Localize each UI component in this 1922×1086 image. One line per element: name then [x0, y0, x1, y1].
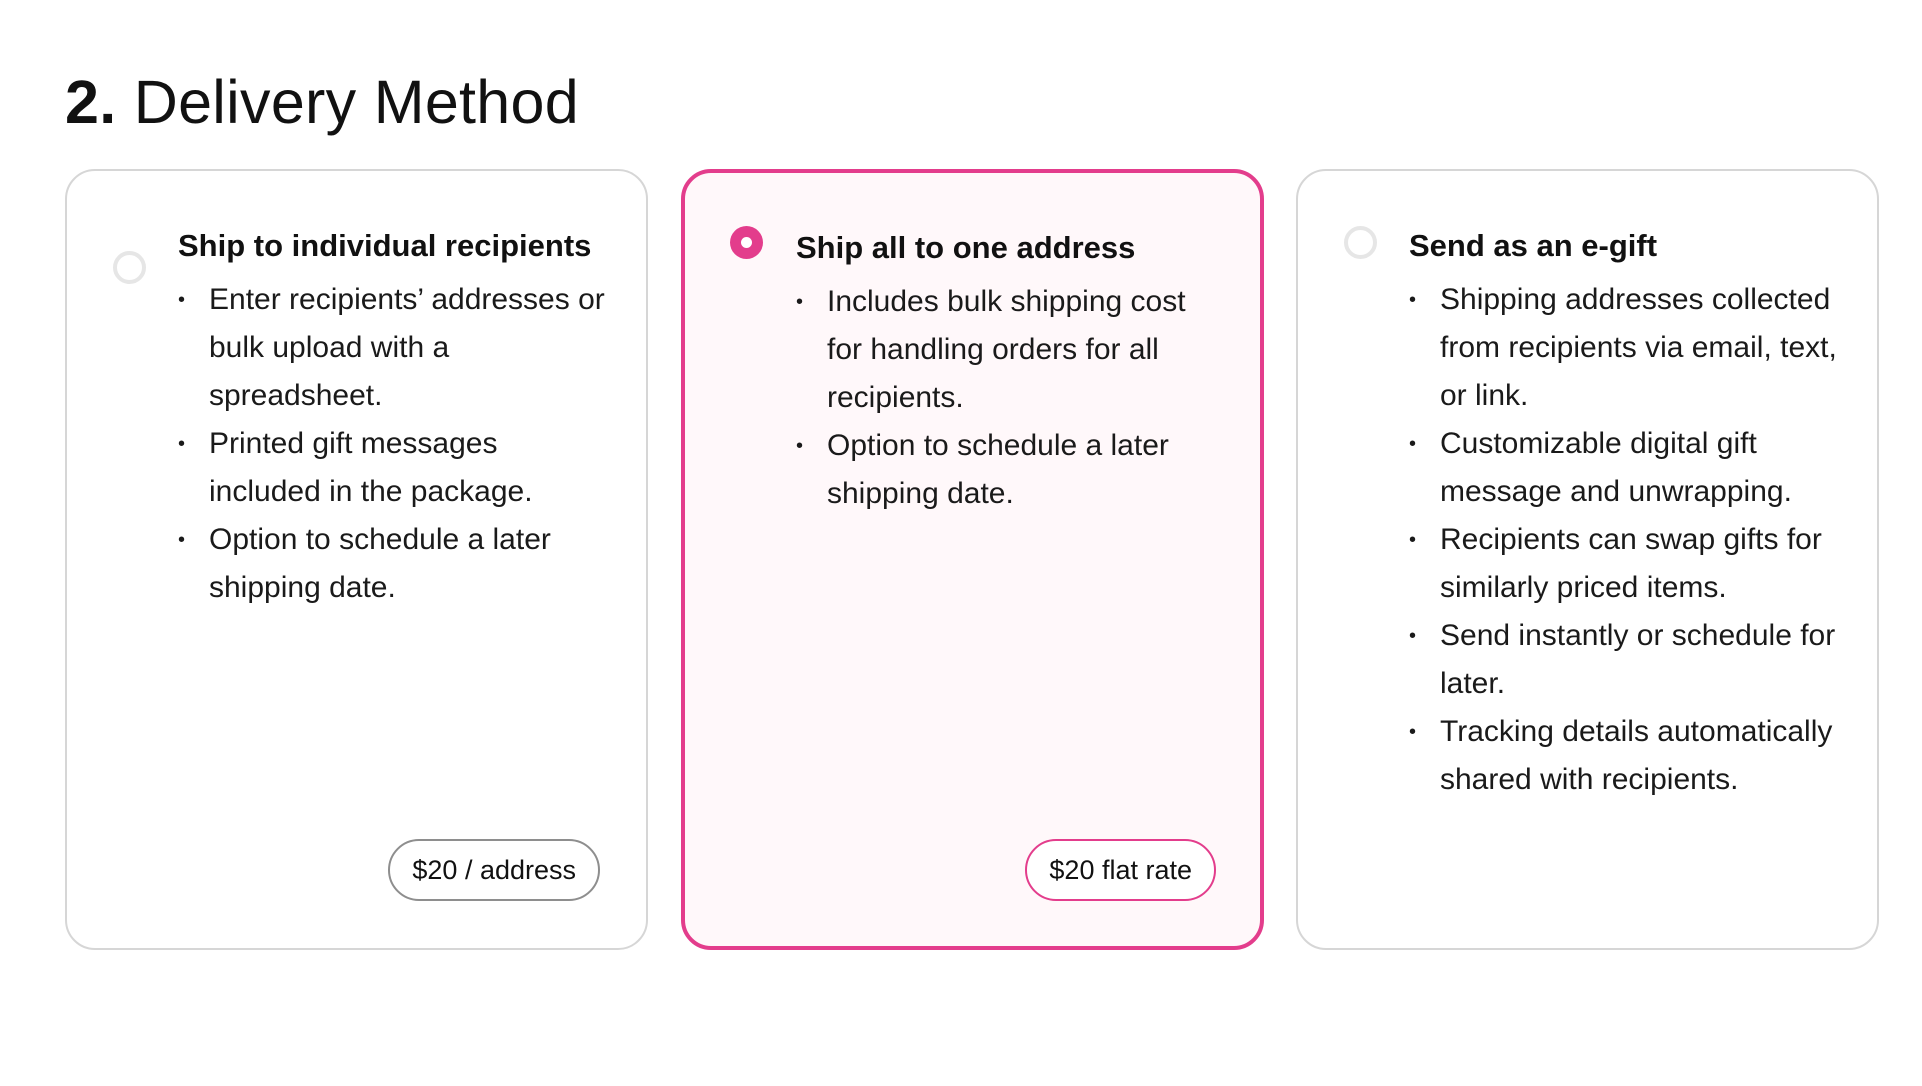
option-bullet: Send instantly or schedule for later.	[1409, 612, 1837, 708]
option-bullet-list: Includes bulk shipping cost for handling…	[796, 278, 1220, 518]
option-content: Ship all to one address Includes bulk sh…	[796, 223, 1220, 518]
option-bullet: Shipping addresses collected from recipi…	[1409, 276, 1837, 420]
option-title: Send as an e-gift	[1409, 228, 1658, 263]
radio-unselected-icon[interactable]	[113, 251, 146, 284]
radio-selected-icon[interactable]	[730, 226, 763, 259]
option-bullet: Option to schedule a later shipping date…	[796, 422, 1220, 518]
option-bullet: Option to schedule a later shipping date…	[178, 516, 606, 612]
option-title: Ship all to one address	[796, 230, 1136, 265]
delivery-option-e-gift[interactable]: Send as an e-gift Shipping addresses col…	[1296, 169, 1879, 950]
radio-unselected-icon[interactable]	[1344, 226, 1377, 259]
option-bullet-list: Enter recipients’ addresses or bulk uplo…	[178, 276, 606, 612]
option-bullet: Recipients can swap gifts for similarly …	[1409, 516, 1837, 612]
price-badge: $20 flat rate	[1025, 839, 1216, 901]
option-bullet: Enter recipients’ addresses or bulk uplo…	[178, 276, 606, 420]
price-badge: $20 / address	[388, 839, 600, 901]
option-bullet: Includes bulk shipping cost for handling…	[796, 278, 1220, 422]
option-content: Send as an e-gift Shipping addresses col…	[1409, 221, 1837, 804]
option-bullet: Tracking details automatically shared wi…	[1409, 708, 1837, 804]
option-title: Ship to individual recipients	[178, 228, 592, 263]
option-bullet: Printed gift messages included in the pa…	[178, 420, 606, 516]
option-bullet: Customizable digital gift message and un…	[1409, 420, 1837, 516]
section-title: 2. Delivery Method	[65, 64, 579, 140]
option-content: Ship to individual recipients Enter reci…	[178, 221, 606, 612]
delivery-option-ship-one-address[interactable]: Ship all to one address Includes bulk sh…	[681, 169, 1264, 950]
step-number: 2.	[65, 68, 117, 136]
delivery-option-ship-individual[interactable]: Ship to individual recipients Enter reci…	[65, 169, 648, 950]
section-title-text: Delivery Method	[133, 68, 579, 136]
option-bullet-list: Shipping addresses collected from recipi…	[1409, 276, 1837, 804]
